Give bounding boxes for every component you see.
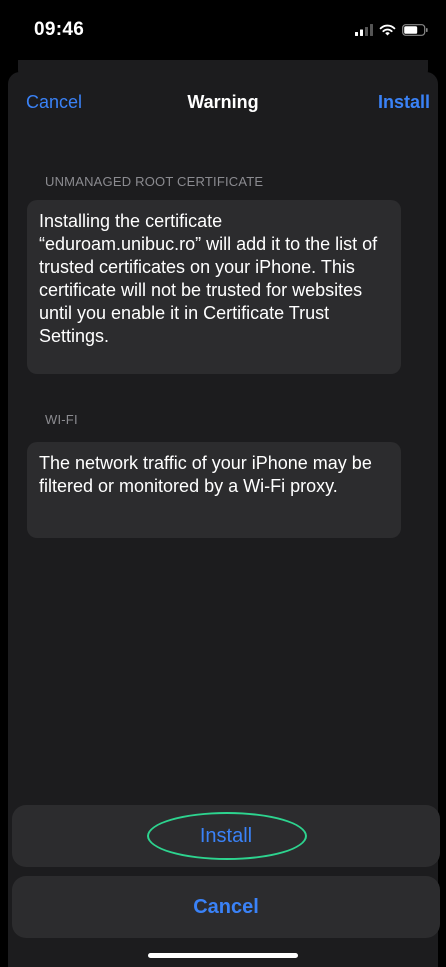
section-header-wifi: WI-FI — [45, 412, 78, 427]
nav-cancel-button[interactable]: Cancel — [26, 92, 82, 113]
section-card-wifi: The network traffic of your iPhone may b… — [27, 442, 401, 538]
section-body-root-certificate: Installing the certificate “eduroam.unib… — [39, 211, 378, 346]
section-header-root-certificate: UNMANAGED ROOT CERTIFICATE — [45, 174, 264, 189]
section-body-wifi: The network traffic of your iPhone may b… — [39, 453, 372, 496]
signal-icon — [355, 24, 373, 36]
install-button[interactable]: Install — [160, 817, 292, 856]
wifi-icon — [379, 24, 396, 36]
action-sheet-install-group: Install — [12, 805, 440, 867]
nav-install-button[interactable]: Install — [378, 92, 430, 113]
status-bar: 09:46 — [0, 0, 446, 60]
cancel-button[interactable]: Cancel — [153, 888, 299, 927]
status-time: 09:46 — [34, 19, 85, 40]
battery-icon — [402, 24, 428, 36]
home-indicator[interactable] — [148, 953, 298, 958]
navigation-bar: Cancel Warning Install — [8, 86, 438, 120]
status-icons — [355, 24, 428, 36]
action-sheet-cancel-group: Cancel — [12, 876, 440, 938]
section-card-root-certificate: Installing the certificate “eduroam.unib… — [27, 200, 401, 374]
